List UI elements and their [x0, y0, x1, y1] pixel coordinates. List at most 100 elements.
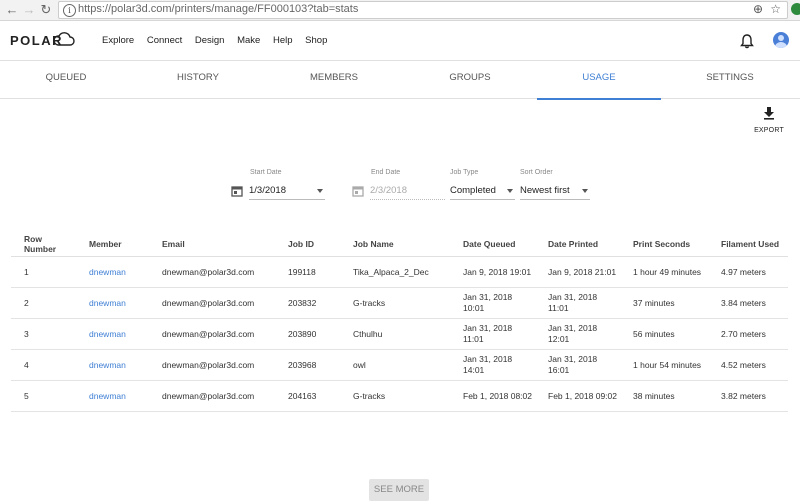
job-name-cell: Cthulhu: [340, 318, 450, 350]
table-row: 5 dnewman dnewman@polar3d.com 204163 G-t…: [11, 380, 788, 412]
date-printed-cell: Feb 1, 2018 09:02: [535, 380, 620, 412]
email-cell: dnewman@polar3d.com: [149, 287, 275, 319]
usage-table: Row Number Member Email Job ID Job Name …: [11, 232, 788, 412]
filament-used-cell: 4.97 meters: [708, 256, 788, 288]
job-name-cell: G-tracks: [340, 380, 450, 412]
nav-make[interactable]: Make: [237, 35, 260, 46]
date-queued-cell: Jan 31, 2018 10:01: [450, 287, 535, 319]
print-seconds-cell: 37 minutes: [620, 287, 708, 319]
email-cell: dnewman@polar3d.com: [149, 318, 275, 350]
member-link[interactable]: dnewman: [76, 287, 149, 319]
member-link[interactable]: dnewman: [76, 349, 149, 381]
filament-used-cell: 2.70 meters: [708, 318, 788, 350]
browser-toolbar: ← → ↻ i https://polar3d.com/printers/man…: [0, 0, 800, 21]
filament-used-cell: 4.52 meters: [708, 349, 788, 381]
start-date-label: Start Date: [250, 169, 282, 176]
bookmark-star-icon[interactable]: ☆: [770, 2, 781, 16]
tab-queued[interactable]: QUEUED: [0, 61, 132, 98]
email-cell: dnewman@polar3d.com: [149, 380, 275, 412]
calendar-icon[interactable]: [231, 185, 243, 197]
print-seconds-cell: 56 minutes: [620, 318, 708, 350]
member-link[interactable]: dnewman: [76, 380, 149, 412]
nav-design[interactable]: Design: [195, 35, 225, 46]
chevron-down-icon: [582, 189, 588, 193]
start-date-value: 1/3/2018: [249, 185, 286, 196]
date-queued-cell: Feb 1, 2018 08:02: [450, 380, 535, 412]
job-name-cell: owl: [340, 349, 450, 381]
job-id-cell: 203890: [275, 318, 340, 350]
chevron-down-icon: [317, 189, 323, 193]
member-link[interactable]: dnewman: [76, 256, 149, 288]
date-printed-cell: Jan 31, 2018 16:01: [535, 349, 620, 381]
job-id-cell: 204163: [275, 380, 340, 412]
column-header[interactable]: Print Seconds: [620, 232, 708, 257]
column-header[interactable]: Filament Used: [708, 232, 788, 257]
row-number-cell: 1: [11, 256, 76, 288]
table-row: 2 dnewman dnewman@polar3d.com 203832 G-t…: [11, 287, 788, 319]
job-type-value: Completed: [450, 185, 496, 196]
row-number-cell: 4: [11, 349, 76, 381]
notification-bell-icon[interactable]: [740, 33, 754, 49]
sort-order-select[interactable]: Newest first: [520, 184, 590, 200]
table-row: 4 dnewman dnewman@polar3d.com 203968 owl…: [11, 349, 788, 381]
date-printed-cell: Jan 9, 2018 21:01: [535, 256, 620, 288]
row-number-cell: 3: [11, 318, 76, 350]
export-button[interactable]: EXPORT: [752, 107, 786, 134]
print-seconds-cell: 1 hour 49 minutes: [620, 256, 708, 288]
zoom-icon[interactable]: ⊕: [753, 2, 763, 16]
table-header-row: Row Number Member Email Job ID Job Name …: [11, 232, 788, 257]
info-icon[interactable]: i: [63, 4, 76, 17]
column-header[interactable]: Job ID: [275, 232, 340, 257]
nav-explore[interactable]: Explore: [102, 35, 134, 46]
tab-groups[interactable]: GROUPS: [404, 61, 536, 98]
date-printed-cell: Jan 31, 2018 12:01: [535, 318, 620, 350]
forward-icon[interactable]: →: [21, 2, 37, 18]
table-row: 3 dnewman dnewman@polar3d.com 203890 Cth…: [11, 318, 788, 350]
date-queued-cell: Jan 31, 2018 14:01: [450, 349, 535, 381]
column-header[interactable]: Member: [76, 232, 149, 257]
app-header: POLAR Explore Connect Design Make Help S…: [0, 21, 800, 61]
tab-settings[interactable]: SETTINGS: [664, 61, 796, 98]
chevron-down-icon: [507, 189, 513, 193]
sort-order-label: Sort Order: [520, 169, 553, 176]
job-id-cell: 199118: [275, 256, 340, 288]
column-header[interactable]: Date Queued: [450, 232, 535, 257]
job-name-cell: Tika_Alpaca_2_Dec: [340, 256, 450, 288]
url-text[interactable]: https://polar3d.com/printers/manage/FF00…: [78, 3, 358, 15]
cloud-logo-icon: [53, 32, 75, 46]
job-type-label: Job Type: [450, 169, 479, 176]
print-seconds-cell: 38 minutes: [620, 380, 708, 412]
end-date-label: End Date: [371, 169, 401, 176]
email-cell: dnewman@polar3d.com: [149, 349, 275, 381]
user-avatar[interactable]: [773, 32, 789, 48]
job-name-cell: G-tracks: [340, 287, 450, 319]
tab-bar: QUEUED HISTORY MEMBERS GROUPS USAGE SETT…: [0, 61, 800, 100]
address-bar[interactable]: i https://polar3d.com/printers/manage/FF…: [58, 1, 788, 19]
nav-connect[interactable]: Connect: [147, 35, 182, 46]
date-printed-cell: Jan 31, 2018 11:01: [535, 287, 620, 319]
nav-shop[interactable]: Shop: [305, 35, 327, 46]
filament-used-cell: 3.84 meters: [708, 287, 788, 319]
column-header[interactable]: Date Printed: [535, 232, 620, 257]
tab-members[interactable]: MEMBERS: [268, 61, 400, 98]
column-header[interactable]: Job Name: [340, 232, 450, 257]
nav-help[interactable]: Help: [273, 35, 293, 46]
see-more-button[interactable]: SEE MORE: [369, 479, 429, 501]
date-queued-cell: Jan 31, 2018 11:01: [450, 318, 535, 350]
top-navigation: Explore Connect Design Make Help Shop: [102, 35, 337, 46]
print-seconds-cell: 1 hour 54 minutes: [620, 349, 708, 381]
job-id-cell: 203968: [275, 349, 340, 381]
row-number-cell: 2: [11, 287, 76, 319]
date-queued-cell: Jan 9, 2018 19:01: [450, 256, 535, 288]
extension-icon[interactable]: [791, 3, 800, 15]
column-header[interactable]: Row Number: [11, 232, 76, 257]
filament-used-cell: 3.82 meters: [708, 380, 788, 412]
tab-usage[interactable]: USAGE: [537, 61, 661, 100]
member-link[interactable]: dnewman: [76, 318, 149, 350]
column-header[interactable]: Email: [149, 232, 275, 257]
job-type-select[interactable]: Completed: [450, 184, 515, 200]
start-date-field[interactable]: 1/3/2018: [249, 184, 325, 200]
reload-icon[interactable]: ↻: [38, 2, 54, 18]
back-icon[interactable]: ←: [4, 2, 20, 18]
tab-history[interactable]: HISTORY: [132, 61, 264, 98]
